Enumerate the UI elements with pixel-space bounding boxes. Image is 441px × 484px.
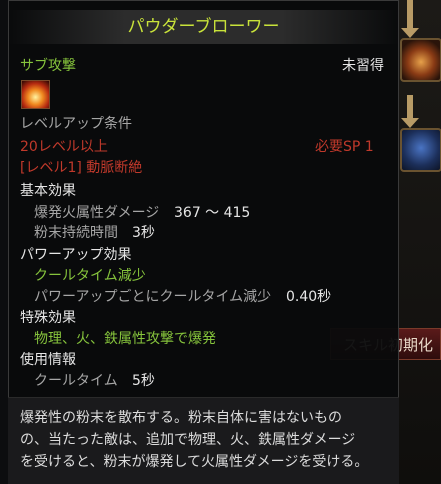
description-line: の、当たった敵は、追加で物理、火、鉄属性ダメージ bbox=[20, 432, 356, 448]
special-effect-header: 特殊効果 bbox=[20, 310, 76, 326]
effect-name: 粉末持続時間 bbox=[34, 225, 118, 241]
skill-type: サブ攻撃 bbox=[20, 58, 76, 74]
powerup-effect-name: パワーアップごとにクールタイム減少 bbox=[34, 289, 272, 305]
cooldown-value: 5秒 bbox=[132, 373, 155, 389]
special-effect: 物理、火、鉄属性攻撃で爆発 bbox=[34, 331, 216, 347]
level-up-header: レベルアップ条件 bbox=[20, 116, 132, 132]
skill-title: パウダーブローワー bbox=[8, 10, 399, 44]
arrow-down-icon bbox=[407, 0, 413, 30]
prerequisite-skill: [レベル1] 動脈断絶 bbox=[20, 160, 143, 176]
effect-value: 3秒 bbox=[132, 225, 155, 241]
powerup-header: パワーアップ効果 bbox=[20, 247, 132, 263]
powerup-effect-value: 0.40秒 bbox=[286, 289, 332, 305]
description-line: 爆発性の粉末を散布する。粉末自体に害はないもの bbox=[20, 410, 342, 426]
fire-skill-icon bbox=[21, 80, 50, 109]
effect-name: 爆発火属性ダメージ bbox=[34, 205, 160, 221]
powerup-name: クールタイム減少 bbox=[34, 268, 146, 284]
learn-status: 未習得 bbox=[342, 58, 384, 74]
arrow-down-icon bbox=[401, 118, 419, 128]
cooldown-name: クールタイム bbox=[34, 373, 118, 389]
skill-node-icon[interactable] bbox=[400, 38, 441, 82]
basic-effect-header: 基本効果 bbox=[20, 183, 76, 199]
required-level: 20レベル以上 bbox=[20, 139, 108, 155]
required-sp: 必要SP 1 bbox=[315, 139, 374, 155]
usage-header: 使用情報 bbox=[20, 352, 76, 368]
skill-node-icon[interactable] bbox=[400, 128, 441, 172]
arrow-down-icon bbox=[401, 28, 419, 38]
description-line: を受けると、粉末が爆発して火属性ダメージを受ける。 bbox=[20, 454, 369, 470]
arrow-down-icon bbox=[407, 95, 413, 120]
effect-value: 367 ～ 415 bbox=[174, 205, 251, 221]
